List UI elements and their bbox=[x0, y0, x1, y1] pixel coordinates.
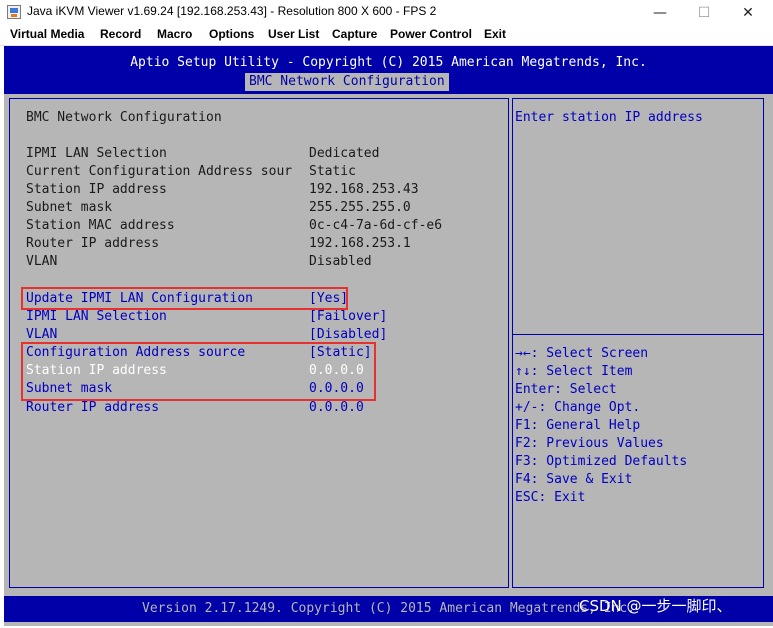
info-value: 255.255.255.0 bbox=[309, 200, 411, 215]
info-label: VLAN bbox=[26, 254, 58, 269]
maximize-button[interactable]: ☐ bbox=[681, 0, 727, 26]
menu-bar: Virtual Media Record Macro Options User … bbox=[0, 26, 773, 46]
info-label: Subnet mask bbox=[26, 200, 113, 215]
info-value: 0c-c4-7a-6d-cf-e6 bbox=[309, 218, 443, 233]
setting-ipmi-lan-selection-value[interactable]: [Failover] bbox=[309, 309, 387, 325]
key-help-line: Enter: Select bbox=[515, 382, 617, 397]
info-label: Router IP address bbox=[26, 236, 160, 251]
help-panel bbox=[512, 98, 764, 588]
info-label: Current Configuration Address sour bbox=[26, 164, 293, 179]
info-value: Dedicated bbox=[309, 146, 380, 161]
key-help-line: F3: Optimized Defaults bbox=[515, 454, 688, 469]
minimize-button[interactable]: — bbox=[637, 0, 683, 26]
bios-header: Aptio Setup Utility - Copyright (C) 2015… bbox=[4, 46, 773, 94]
info-label: IPMI LAN Selection bbox=[26, 146, 167, 161]
menu-user-list[interactable]: User List bbox=[268, 27, 319, 41]
key-help-line: F1: General Help bbox=[515, 418, 641, 433]
info-value: 192.168.253.43 bbox=[309, 182, 419, 197]
menu-power-control[interactable]: Power Control bbox=[390, 27, 472, 41]
help-panel-divider bbox=[512, 334, 764, 335]
watermark: CSDN @一步一脚印、 bbox=[579, 597, 732, 615]
setting-vlan-value[interactable]: [Disabled] bbox=[309, 327, 387, 343]
bios-header-title: Aptio Setup Utility - Copyright (C) 2015… bbox=[130, 55, 647, 70]
setting-router-ip[interactable]: Router IP address bbox=[26, 400, 159, 416]
window-title: Java iKVM Viewer v1.69.24 [192.168.253.4… bbox=[27, 4, 437, 18]
window-titlebar: Java iKVM Viewer v1.69.24 [192.168.253.4… bbox=[0, 0, 773, 26]
key-help-line: F2: Previous Values bbox=[515, 436, 664, 451]
setting-vlan[interactable]: VLAN bbox=[26, 327, 57, 343]
key-help-line: ESC: Exit bbox=[515, 490, 586, 505]
menu-options[interactable]: Options bbox=[209, 27, 254, 41]
footer-version: Version 2.17.1249. Copyright (C) 2015 Am… bbox=[142, 601, 636, 616]
menu-macro[interactable]: Macro bbox=[157, 27, 192, 41]
info-label: Station IP address bbox=[26, 182, 167, 197]
setting-router-ip-value[interactable]: 0.0.0.0 bbox=[309, 400, 364, 416]
close-button[interactable]: ✕ bbox=[725, 0, 771, 26]
help-text: Enter station IP address bbox=[515, 110, 703, 125]
info-value: Disabled bbox=[309, 254, 372, 269]
setting-ipmi-lan-selection[interactable]: IPMI LAN Selection bbox=[26, 309, 167, 325]
info-label: Station MAC address bbox=[26, 218, 175, 233]
menu-capture[interactable]: Capture bbox=[332, 27, 377, 41]
section-title: BMC Network Configuration bbox=[26, 110, 222, 125]
key-help-line: ↑↓: Select Item bbox=[515, 364, 633, 379]
java-cup-icon bbox=[7, 5, 21, 19]
menu-exit[interactable]: Exit bbox=[484, 27, 506, 41]
menu-virtual-media[interactable]: Virtual Media bbox=[10, 27, 84, 41]
menu-record[interactable]: Record bbox=[100, 27, 141, 41]
kvm-screen[interactable]: Aptio Setup Utility - Copyright (C) 2015… bbox=[4, 46, 773, 626]
key-help-line: F4: Save & Exit bbox=[515, 472, 633, 487]
annotation-box-update-ipmi bbox=[21, 287, 348, 310]
tab-bmc-network-configuration[interactable]: BMC Network Configuration bbox=[245, 73, 449, 91]
annotation-box-address-settings bbox=[21, 342, 376, 401]
info-value: 192.168.253.1 bbox=[309, 236, 411, 251]
info-value: Static bbox=[309, 164, 356, 179]
key-help-line: +/-: Change Opt. bbox=[515, 400, 641, 415]
key-help-line: →←: Select Screen bbox=[515, 346, 649, 361]
